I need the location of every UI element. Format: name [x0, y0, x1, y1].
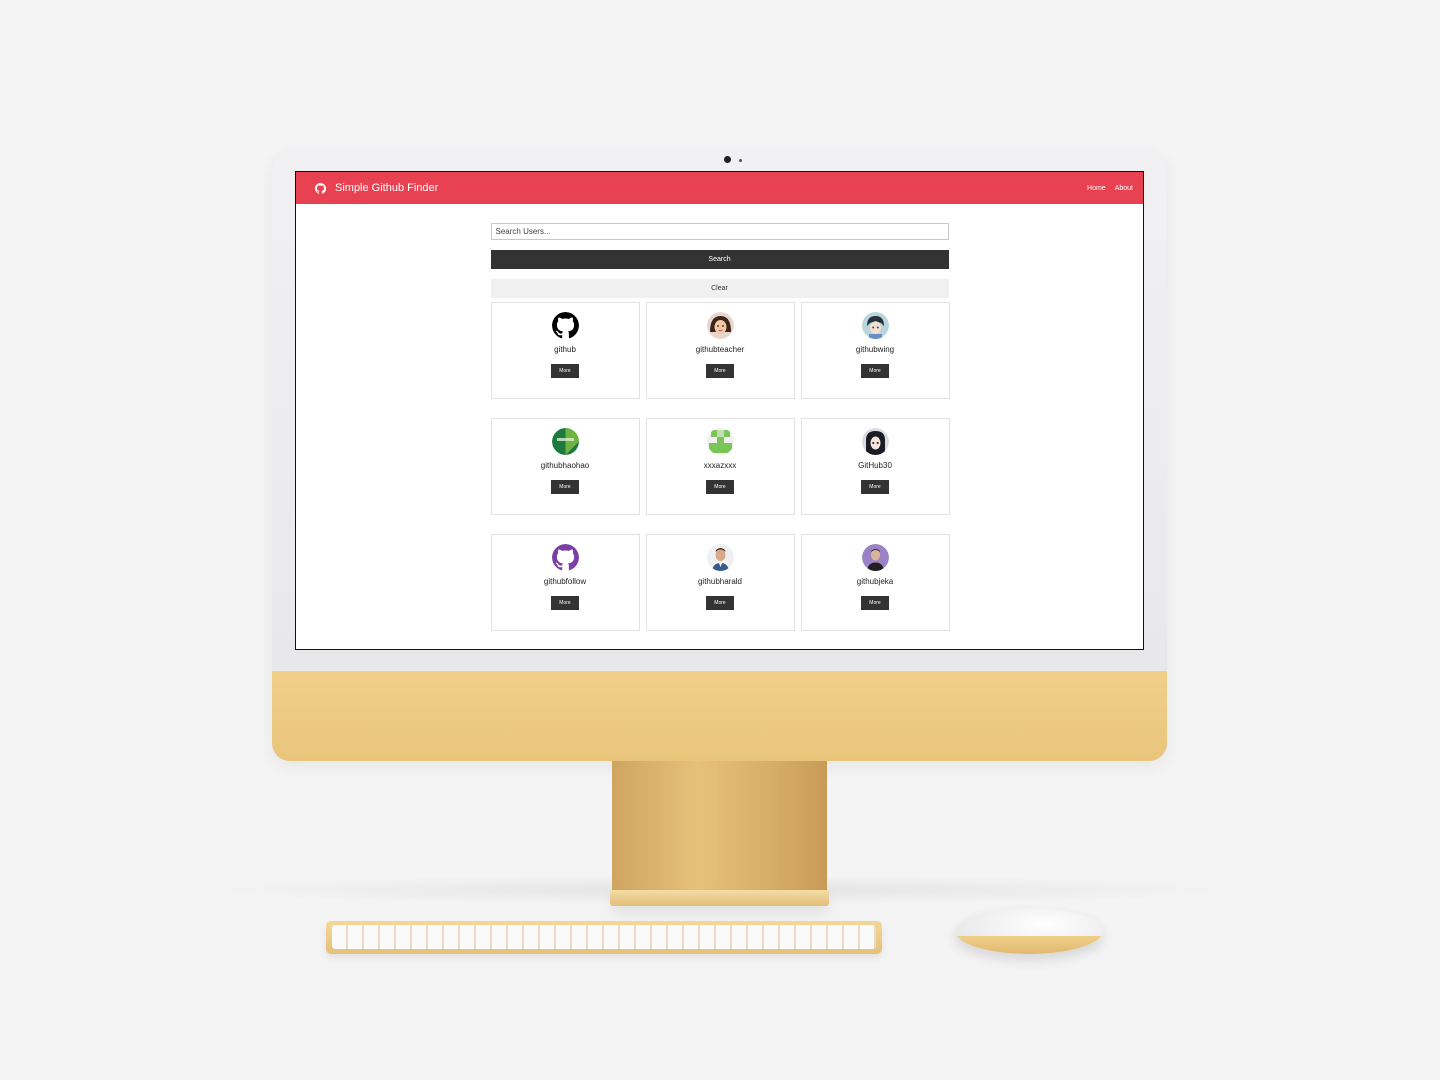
nav-links: Home About	[1087, 185, 1133, 192]
user-card: githubfollow More	[490, 534, 640, 631]
user-card: githubhaohao More	[490, 418, 640, 515]
brand-title: Simple Github Finder	[335, 182, 439, 194]
more-button[interactable]: More	[706, 480, 734, 494]
github-octocat-icon	[551, 312, 579, 339]
avatar	[706, 544, 734, 571]
monitor-stand	[612, 761, 827, 896]
user-login: githubteacher	[695, 345, 745, 354]
user-login: githubfollow	[543, 577, 587, 586]
user-login: githubharald	[697, 577, 743, 586]
avatar	[551, 312, 579, 339]
anime-girl-icon	[861, 428, 889, 455]
github-octocat-purple-icon	[551, 544, 579, 571]
search-button[interactable]: Search	[490, 250, 949, 269]
more-button[interactable]: More	[861, 480, 889, 494]
monitor-stand-foot	[610, 890, 829, 906]
user-card: githubharald More	[645, 534, 795, 631]
man-purple-icon	[861, 544, 889, 571]
avatar	[861, 544, 889, 571]
user-card: githubwing More	[800, 302, 950, 399]
user-login: GitHub30	[858, 461, 892, 470]
screen: Simple Github Finder Home About Search C…	[295, 171, 1144, 650]
avatar	[706, 428, 734, 455]
avatar	[551, 544, 579, 571]
more-button[interactable]: More	[551, 480, 579, 494]
more-button[interactable]: More	[861, 596, 889, 610]
user-login: githubjeka	[856, 577, 894, 586]
avatar	[861, 428, 889, 455]
more-button[interactable]: More	[551, 364, 579, 378]
keyboard	[326, 921, 882, 954]
identicon-icon	[706, 428, 734, 455]
green-text-icon	[551, 428, 579, 455]
camera-icon	[724, 156, 731, 163]
github-icon	[315, 182, 326, 194]
more-button[interactable]: More	[551, 596, 579, 610]
main-container: Search Clear github More githubteacher M…	[490, 204, 950, 631]
brand[interactable]: Simple Github Finder	[315, 182, 438, 194]
more-button[interactable]: More	[706, 364, 734, 378]
user-login: githubwing	[855, 345, 895, 354]
user-login: githubhaohao	[540, 461, 590, 470]
anime-boy-icon	[861, 312, 889, 339]
cartoon-woman-icon	[706, 312, 734, 339]
camera-sensor	[739, 159, 742, 162]
user-card: githubjeka More	[800, 534, 950, 631]
mouse	[955, 908, 1103, 954]
keyboard-keys	[332, 925, 876, 949]
avatar	[861, 312, 889, 339]
search-input[interactable]	[490, 223, 949, 240]
user-card: xxxazxxx More	[645, 418, 795, 515]
mouse-base	[955, 936, 1103, 954]
navbar: Simple Github Finder Home About	[296, 172, 1143, 204]
avatar	[551, 428, 579, 455]
user-card: GitHub30 More	[800, 418, 950, 515]
avatar	[706, 312, 734, 339]
user-card: github More	[490, 302, 640, 399]
user-login: xxxazxxx	[703, 461, 737, 470]
more-button[interactable]: More	[706, 596, 734, 610]
nav-about-link[interactable]: About	[1115, 185, 1133, 192]
clear-button[interactable]: Clear	[490, 279, 949, 298]
man-photo-icon	[706, 544, 734, 571]
more-button[interactable]: More	[861, 364, 889, 378]
monitor-chin	[272, 671, 1167, 761]
user-card: githubteacher More	[645, 302, 795, 399]
user-login: github	[554, 345, 576, 354]
nav-home-link[interactable]: Home	[1087, 185, 1106, 192]
users-grid: github More githubteacher More githubwin…	[490, 302, 950, 631]
